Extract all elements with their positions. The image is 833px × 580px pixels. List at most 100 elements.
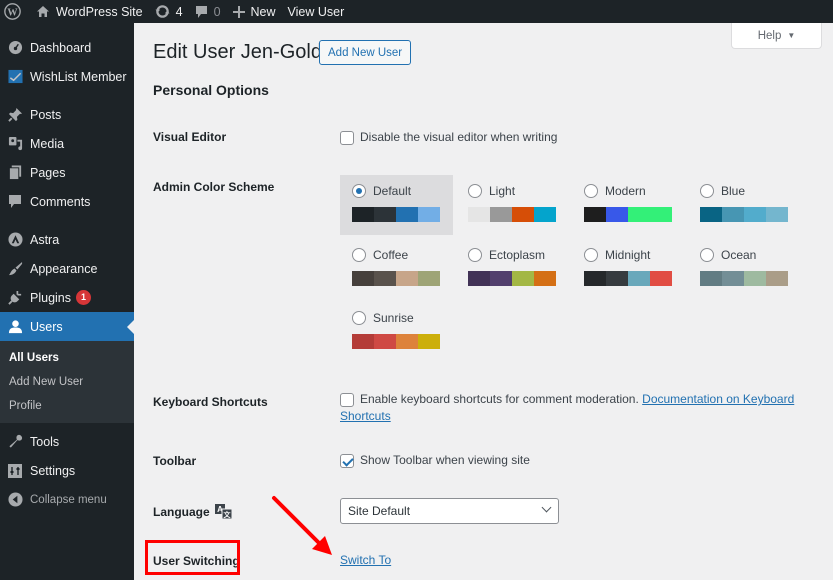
help-tab-button[interactable]: Help ▼ (731, 23, 822, 49)
user-icon (7, 319, 23, 335)
switch-to-link[interactable]: Switch To (340, 553, 391, 567)
svg-text:文: 文 (223, 510, 231, 519)
sidebar-label: Users (30, 319, 63, 334)
color-scheme-option-coffee[interactable]: Coffee (340, 239, 453, 299)
color-swatches (700, 271, 788, 286)
brush-icon (7, 261, 23, 277)
color-scheme-option-default[interactable]: Default (340, 175, 453, 235)
sidebar-item-comments[interactable]: Comments (0, 187, 134, 216)
color-scheme-radio[interactable] (468, 184, 482, 198)
color-scheme-radio[interactable] (700, 184, 714, 198)
color-scheme-option-ocean[interactable]: Ocean (688, 239, 801, 299)
color-swatch (606, 271, 628, 286)
color-scheme-radio[interactable] (352, 311, 366, 325)
color-scheme-label: Ocean (721, 248, 757, 262)
color-scheme-label: Coffee (373, 248, 409, 262)
color-swatch (766, 207, 788, 222)
color-swatch (512, 207, 534, 222)
color-scheme-label: Light (489, 184, 516, 198)
color-swatch (468, 207, 490, 222)
color-scheme-name: Light (468, 183, 569, 199)
dashboard-icon (7, 40, 23, 56)
submenu-add-new-user[interactable]: Add New User (0, 370, 134, 394)
add-new-user-button[interactable]: Add New User (319, 40, 412, 65)
color-swatches (468, 207, 556, 222)
color-swatch (650, 207, 672, 222)
sidebar-item-users[interactable]: Users (0, 312, 134, 341)
sidebar-item-plugins[interactable]: Plugins 1 (0, 283, 134, 312)
updates-link[interactable]: 4 (149, 0, 189, 23)
sidebar-item-dashboard[interactable]: Dashboard (0, 33, 134, 62)
color-swatch (512, 271, 534, 286)
color-scheme-option-modern[interactable]: Modern (572, 175, 685, 235)
sidebar-label: Plugins (30, 290, 71, 305)
new-content-link[interactable]: New (227, 0, 282, 23)
color-scheme-option-midnight[interactable]: Midnight (572, 239, 685, 299)
color-swatch (396, 271, 418, 286)
toolbar-label: Toolbar (153, 454, 197, 468)
color-scheme-radio[interactable] (352, 248, 366, 262)
submenu-all-users[interactable]: All Users (0, 346, 134, 370)
submenu-profile[interactable]: Profile (0, 394, 134, 418)
view-user-link[interactable]: View User (282, 0, 351, 23)
color-scheme-option-ectoplasm[interactable]: Ectoplasm (456, 239, 569, 299)
comment-bubble-icon (195, 5, 208, 19)
doc-link-text: Shortcuts (340, 409, 391, 423)
sidebar-label: Pages (30, 165, 66, 180)
color-scheme-radio[interactable] (468, 248, 482, 262)
sidebar-item-appearance[interactable]: Appearance (0, 254, 134, 283)
main-content: Help ▼ Edit User Jen-Gold Add New User P… (134, 23, 833, 580)
color-swatch (744, 207, 766, 222)
caret-down-icon: ▼ (787, 31, 796, 40)
color-scheme-radio[interactable] (700, 248, 714, 262)
sidebar-item-tools[interactable]: Tools (0, 427, 134, 456)
sidebar-item-posts[interactable]: Posts (0, 100, 134, 129)
color-scheme-label: Ectoplasm (489, 248, 546, 262)
site-name-link[interactable]: WordPress Site (30, 0, 149, 23)
site-name: WordPress Site (56, 4, 143, 19)
sidebar-label: Posts (30, 107, 62, 122)
color-swatch (468, 271, 490, 286)
pin-icon (7, 107, 23, 123)
keyboard-shortcuts-checkbox[interactable] (340, 392, 354, 407)
color-scheme-option-blue[interactable]: Blue (688, 175, 801, 235)
updates-count: 4 (175, 4, 183, 19)
color-scheme-option-light[interactable]: Light (456, 175, 569, 235)
media-icon (7, 136, 23, 152)
collapse-menu-button[interactable]: Collapse menu (0, 485, 134, 514)
sidebar-item-wishlist-member[interactable]: WishList Member (0, 62, 134, 91)
sidebar-item-astra[interactable]: Astra (0, 225, 134, 254)
color-swatch (584, 271, 606, 286)
collapse-icon (7, 492, 23, 508)
disable-visual-editor-checkbox[interactable] (340, 130, 354, 145)
annotation-arrow (272, 496, 332, 555)
color-scheme-radio[interactable] (584, 248, 598, 262)
color-swatch (700, 207, 722, 222)
comments-count: 0 (213, 4, 221, 19)
sidebar-label: Comments (30, 194, 91, 209)
sidebar-item-media[interactable]: Media (0, 129, 134, 158)
color-swatch (396, 334, 418, 349)
color-scheme-radio[interactable] (584, 184, 598, 198)
comments-link[interactable]: 0 (189, 0, 227, 23)
color-swatch (650, 271, 672, 286)
sidebar-label: Media (30, 136, 65, 151)
color-scheme-radio[interactable] (352, 184, 366, 198)
show-toolbar-checkbox[interactable] (340, 453, 354, 468)
sidebar-label: Settings (30, 463, 76, 478)
translation-icon: A文 (214, 504, 233, 519)
color-swatches (352, 271, 440, 286)
sidebar-item-pages[interactable]: Pages (0, 158, 134, 187)
color-scheme-label: Modern (605, 184, 646, 198)
plugin-icon (7, 290, 23, 306)
sidebar-label: Appearance (30, 261, 98, 276)
color-scheme-name: Midnight (584, 247, 685, 263)
color-swatch (352, 334, 374, 349)
collapse-label: Collapse menu (30, 493, 107, 506)
language-select[interactable]: Site Default (340, 498, 559, 524)
color-scheme-option-sunrise[interactable]: Sunrise (340, 302, 453, 362)
wordpress-logo-button[interactable]: W (0, 0, 30, 23)
color-swatch (418, 334, 440, 349)
sidebar-item-settings[interactable]: Settings (0, 456, 134, 485)
color-scheme-name: Modern (584, 183, 685, 199)
